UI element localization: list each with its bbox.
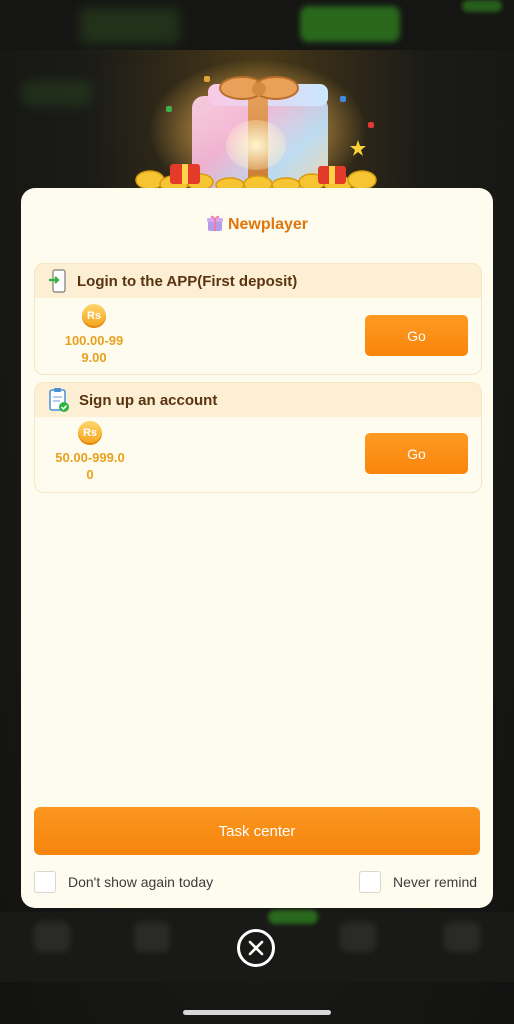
home-indicator[interactable] — [183, 1010, 331, 1015]
background-nav-item — [340, 922, 376, 952]
task-card-login: Login to the APP(First deposit) Rs 100.0… — [34, 263, 482, 375]
task-header: Login to the APP(First deposit) — [35, 264, 481, 298]
checkbox-label: Never remind — [393, 874, 478, 890]
checkbox-label: Don't show again today — [68, 874, 214, 890]
reward-amount: 50.00-999.00 — [55, 450, 125, 482]
gift-icon — [206, 215, 223, 231]
background-top-bar — [0, 0, 514, 50]
confetti — [340, 96, 346, 102]
task-label: Login to the APP(First deposit) — [77, 272, 298, 290]
close-button[interactable] — [237, 929, 275, 967]
checkbox-box[interactable] — [34, 871, 56, 893]
task-label: Sign up an account — [79, 391, 218, 409]
background-green-button-small — [462, 0, 502, 12]
confetti — [166, 106, 172, 112]
background-nav-item — [444, 922, 480, 952]
background-nav-item — [134, 922, 170, 952]
background-logo — [80, 8, 180, 44]
go-button-login[interactable]: Go — [365, 315, 468, 356]
reward-info: Rs 100.00-999.00 — [49, 304, 139, 366]
rupee-coin-icon: Rs — [82, 304, 106, 328]
reward-info: Rs 50.00-999.00 — [45, 421, 135, 483]
background-nav-item — [34, 922, 70, 952]
background-nav-highlight — [268, 910, 318, 924]
star-icon — [350, 140, 366, 156]
task-card-signup: Sign up an account Rs 50.00-999.00 Go — [34, 382, 482, 493]
task-header: Sign up an account — [35, 383, 481, 417]
background-logo-secondary — [22, 80, 92, 106]
reward-amount: 100.00-999.00 — [64, 333, 124, 365]
task-center-button[interactable]: Task center — [34, 807, 480, 855]
phone-login-icon — [49, 269, 66, 293]
modal-title: Newplayer — [21, 214, 493, 234]
confetti — [204, 76, 210, 82]
never-remind-checkbox[interactable]: Never remind — [359, 871, 477, 893]
confetti — [368, 122, 374, 128]
dont-show-today-checkbox[interactable]: Don't show again today — [34, 871, 213, 893]
close-icon — [248, 940, 264, 956]
modal-title-text: Newplayer — [227, 216, 309, 233]
clipboard-check-icon — [49, 388, 69, 412]
rupee-coin-icon: Rs — [78, 421, 102, 445]
newplayer-modal: Newplayer Login to the APP(First deposit… — [21, 188, 493, 908]
go-button-signup[interactable]: Go — [365, 433, 468, 474]
background-green-button — [300, 6, 400, 42]
checkbox-box[interactable] — [359, 871, 381, 893]
gift-bow-icon — [219, 76, 299, 100]
